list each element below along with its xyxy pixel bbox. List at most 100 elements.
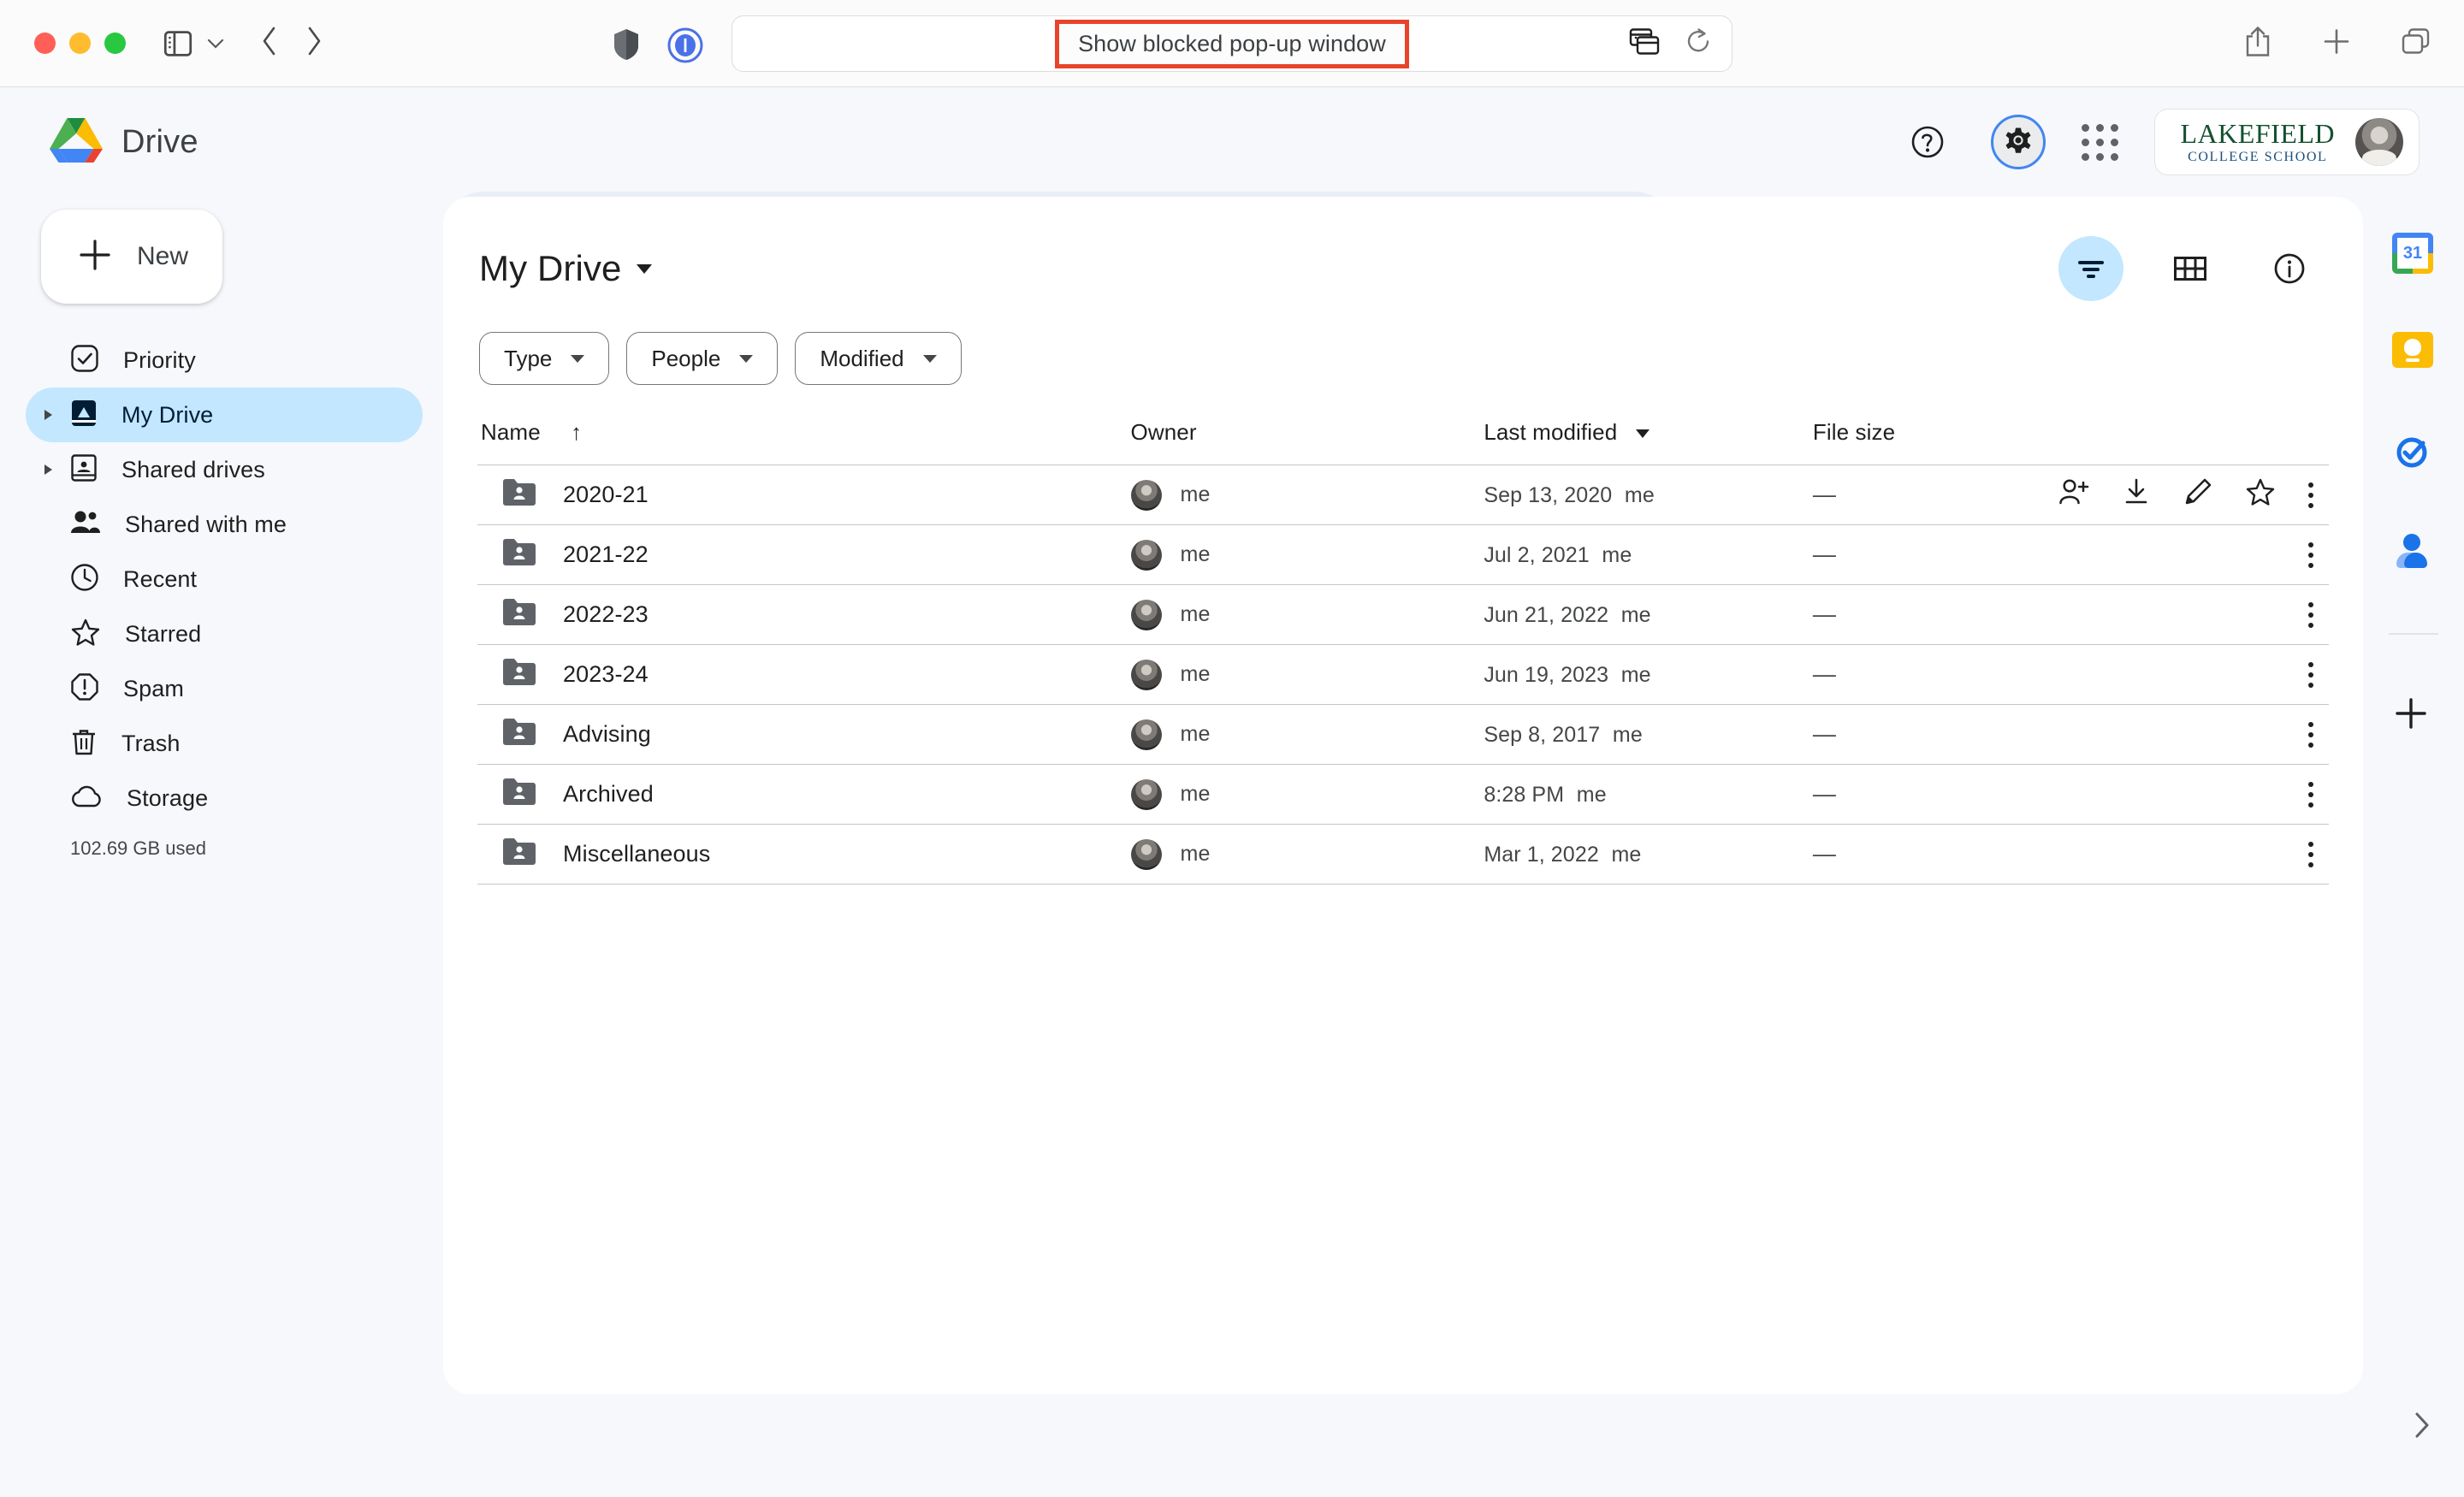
download-icon[interactable]: [2122, 477, 2151, 512]
column-header-name[interactable]: Name ↑: [477, 419, 1131, 465]
table-body: 2020-21 me Sep 13, 2020 me — 2021-22 me …: [477, 465, 2329, 885]
sidebar-item-starred[interactable]: Starred: [26, 606, 423, 661]
sidebar-item-trash[interactable]: Trash: [26, 716, 423, 771]
apps-grid-icon[interactable]: [2082, 124, 2118, 161]
more-vert-icon[interactable]: [2308, 602, 2313, 628]
google-calendar-icon[interactable]: 31: [2392, 233, 2435, 275]
cell-name[interactable]: 2023-24: [477, 645, 1131, 705]
cell-name[interactable]: 2022-23: [477, 585, 1131, 645]
onepassword-icon[interactable]: [667, 27, 703, 68]
table-row[interactable]: Archived me 8:28 PM me —: [477, 765, 2329, 825]
maximize-window-button[interactable]: [104, 33, 126, 54]
edit-pencil-icon[interactable]: [2183, 477, 2212, 512]
google-keep-icon[interactable]: [2392, 332, 2435, 375]
more-vert-icon[interactable]: [2308, 482, 2313, 508]
account-chip[interactable]: LAKEFIELD COLLEGE SCHOOL: [2154, 109, 2420, 175]
google-contacts-icon[interactable]: [2392, 530, 2435, 573]
cell-owner: me: [1131, 705, 1484, 765]
sidebar-item-shared-drives[interactable]: Shared drives: [26, 442, 423, 497]
share-icon[interactable]: [2243, 24, 2272, 62]
column-header-last-modified[interactable]: Last modified: [1484, 419, 1813, 465]
cell-name[interactable]: 2021-22: [477, 525, 1131, 585]
title-dropdown-caret-icon[interactable]: [637, 264, 652, 274]
cell-name[interactable]: Advising: [477, 705, 1131, 765]
table-row[interactable]: Miscellaneous me Mar 1, 2022 me —: [477, 825, 2329, 885]
owner-avatar: [1131, 839, 1162, 870]
popup-blocked-icon[interactable]: [1629, 27, 1661, 61]
cell-file-size: —: [1813, 465, 2058, 525]
google-tasks-icon[interactable]: [2392, 431, 2435, 474]
cloud-icon: [70, 784, 103, 813]
folder-icon: [501, 656, 537, 693]
more-vert-icon[interactable]: [2308, 662, 2313, 688]
cell-name[interactable]: Miscellaneous: [477, 825, 1131, 885]
avatar[interactable]: [2355, 118, 2403, 166]
org-name-primary: LAKEFIELD: [2181, 120, 2335, 147]
folder-icon: [501, 776, 537, 813]
cell-name[interactable]: Archived: [477, 765, 1131, 825]
file-name-label: 2020-21: [563, 482, 649, 508]
share-add-person-icon[interactable]: [2058, 477, 2089, 512]
more-vert-icon[interactable]: [2308, 842, 2313, 867]
grid-view-toggle[interactable]: [2158, 236, 2223, 301]
filter-chip-modified[interactable]: Modified: [795, 332, 961, 385]
sidebar-item-my-drive[interactable]: My Drive: [26, 388, 423, 442]
column-header-file-size[interactable]: File size: [1813, 419, 2058, 465]
minimize-window-button[interactable]: [69, 33, 91, 54]
file-name-label: 2023-24: [563, 661, 649, 688]
drive-logo-area[interactable]: Drive: [50, 116, 443, 169]
add-app-plus-icon[interactable]: [2392, 695, 2435, 737]
sort-descending-icon: [1636, 429, 1650, 438]
table-row[interactable]: 2020-21 me Sep 13, 2020 me —: [477, 465, 2329, 525]
star-icon[interactable]: [2245, 477, 2276, 512]
column-header-owner[interactable]: Owner: [1131, 419, 1484, 465]
filter-chip-type[interactable]: Type: [479, 332, 609, 385]
sidebar-item-shared-with-me[interactable]: Shared with me: [26, 497, 423, 552]
back-arrow-icon[interactable]: [261, 27, 278, 60]
owner-name-label: me: [1181, 842, 1211, 867]
gear-icon[interactable]: [1991, 115, 2046, 169]
more-vert-icon[interactable]: [2308, 542, 2313, 568]
chevron-right-icon[interactable]: [2411, 1411, 2433, 1444]
modified-by-label: me: [1619, 483, 1655, 507]
list-view-toggle[interactable]: [2058, 236, 2123, 301]
table-row[interactable]: 2021-22 me Jul 2, 2021 me —: [477, 525, 2329, 585]
owner-avatar: [1131, 719, 1162, 750]
tab-overview-icon[interactable]: [2401, 27, 2431, 60]
sidebar-item-priority[interactable]: Priority: [26, 333, 423, 388]
expand-caret-icon[interactable]: [44, 464, 52, 475]
sidebar-item-spam[interactable]: Spam: [26, 661, 423, 716]
table-row[interactable]: 2023-24 me Jun 19, 2023 me —: [477, 645, 2329, 705]
cell-name[interactable]: 2020-21: [477, 465, 1131, 525]
more-vert-icon[interactable]: [2308, 722, 2313, 748]
expand-caret-icon[interactable]: [44, 410, 52, 420]
address-bar[interactable]: Show blocked pop-up window: [732, 15, 1732, 72]
details-info-toggle[interactable]: [2257, 236, 2322, 301]
clock-icon: [70, 563, 99, 596]
sidebar-item-recent[interactable]: Recent: [26, 552, 423, 606]
table-row[interactable]: Advising me Sep 8, 2017 me —: [477, 705, 2329, 765]
cell-row-actions: [2058, 765, 2329, 825]
filter-chip-people[interactable]: People: [626, 332, 778, 385]
more-vert-icon[interactable]: [2308, 782, 2313, 808]
cell-row-actions: [2058, 465, 2329, 525]
drive-panel: My Drive Type: [443, 197, 2363, 1394]
help-icon[interactable]: [1900, 115, 1955, 169]
trash-icon: [70, 727, 98, 760]
owner-name-label: me: [1181, 602, 1211, 627]
chip-label: Type: [504, 346, 552, 372]
cell-file-size: —: [1813, 705, 2058, 765]
shield-icon[interactable]: [612, 27, 641, 66]
new-tab-plus-icon[interactable]: [2322, 27, 2351, 60]
modified-date-label: Mar 1, 2022: [1484, 843, 1599, 867]
sidebar-item-storage[interactable]: Storage: [26, 771, 423, 825]
table-row[interactable]: 2022-23 me Jun 21, 2022 me —: [477, 585, 2329, 645]
forward-arrow-icon[interactable]: [305, 27, 323, 60]
sidebar-toggle-icon[interactable]: [163, 31, 192, 56]
chevron-down-icon[interactable]: [206, 33, 225, 55]
close-window-button[interactable]: [34, 33, 56, 54]
new-button[interactable]: New: [41, 210, 222, 304]
popup-blocked-banner[interactable]: Show blocked pop-up window: [1055, 20, 1409, 68]
file-size-label: —: [1813, 482, 1836, 507]
reload-icon[interactable]: [1684, 27, 1713, 61]
